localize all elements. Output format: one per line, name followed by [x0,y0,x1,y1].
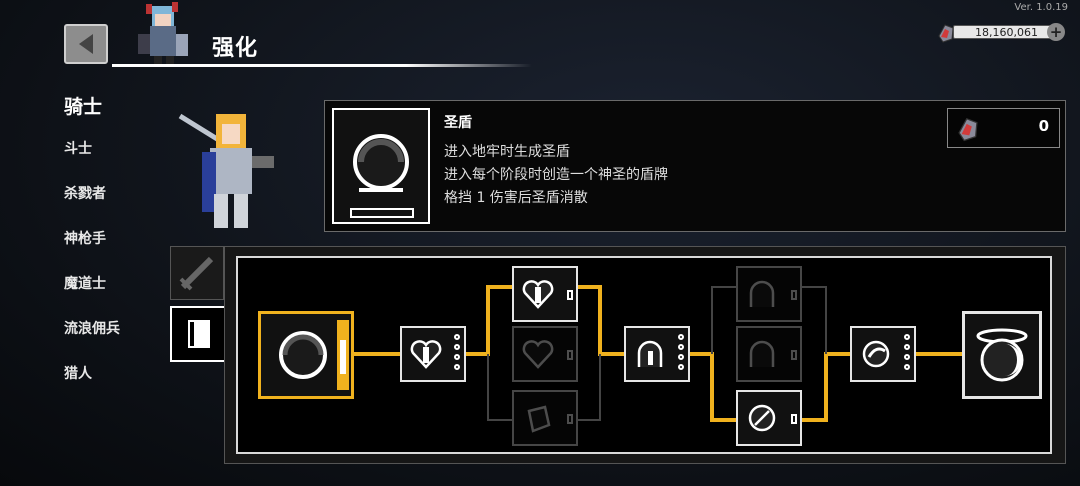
level-pip [454,364,460,370]
level-pip [678,364,684,370]
skill-node-dome-plus[interactable] [736,266,802,322]
slot-indicator [567,350,573,360]
slot-indicator [567,414,573,424]
skill-node-ultimate-shield[interactable] [962,311,1042,399]
slot-indicator [791,350,797,360]
level-pip [904,364,910,370]
skill-node-heart-shield[interactable] [400,326,466,382]
level-pip [678,334,684,340]
heart-shield-icon [410,340,442,369]
level-pip [904,344,910,350]
skill-node-holy-orb[interactable] [850,326,916,382]
crescent-shield-icon [976,328,1028,382]
dome-plus-icon [749,340,775,367]
level-pip [904,354,910,360]
cracked-shield-icon [748,404,776,432]
level-pip [904,334,910,340]
level-pip [678,344,684,350]
level-pip [454,344,460,350]
level-pip [454,334,460,340]
heart-shield-icon [522,340,554,369]
holy-shield-icon [279,320,349,390]
skill-node-broken-shield[interactable] [512,390,578,446]
skill-node-shield-break[interactable] [736,390,802,446]
level-pip [454,354,460,360]
skill-node-heart-shield-upgrade[interactable] [512,266,578,322]
skill-node-dome-shield[interactable] [624,326,690,382]
slot-indicator [567,290,573,300]
heart-shield-icon [522,280,554,309]
slot-indicator [791,290,797,300]
slot-indicator [791,414,797,424]
dome-plus-icon [749,280,775,307]
broken-shield-icon [527,405,551,433]
skill-node-locked[interactable] [736,326,802,382]
skill-node-holy-shield[interactable] [258,311,354,399]
dome-shield-icon [637,340,663,367]
skill-node-locked[interactable] [512,326,578,382]
level-pip [678,354,684,360]
holy-orb-icon [862,340,890,368]
